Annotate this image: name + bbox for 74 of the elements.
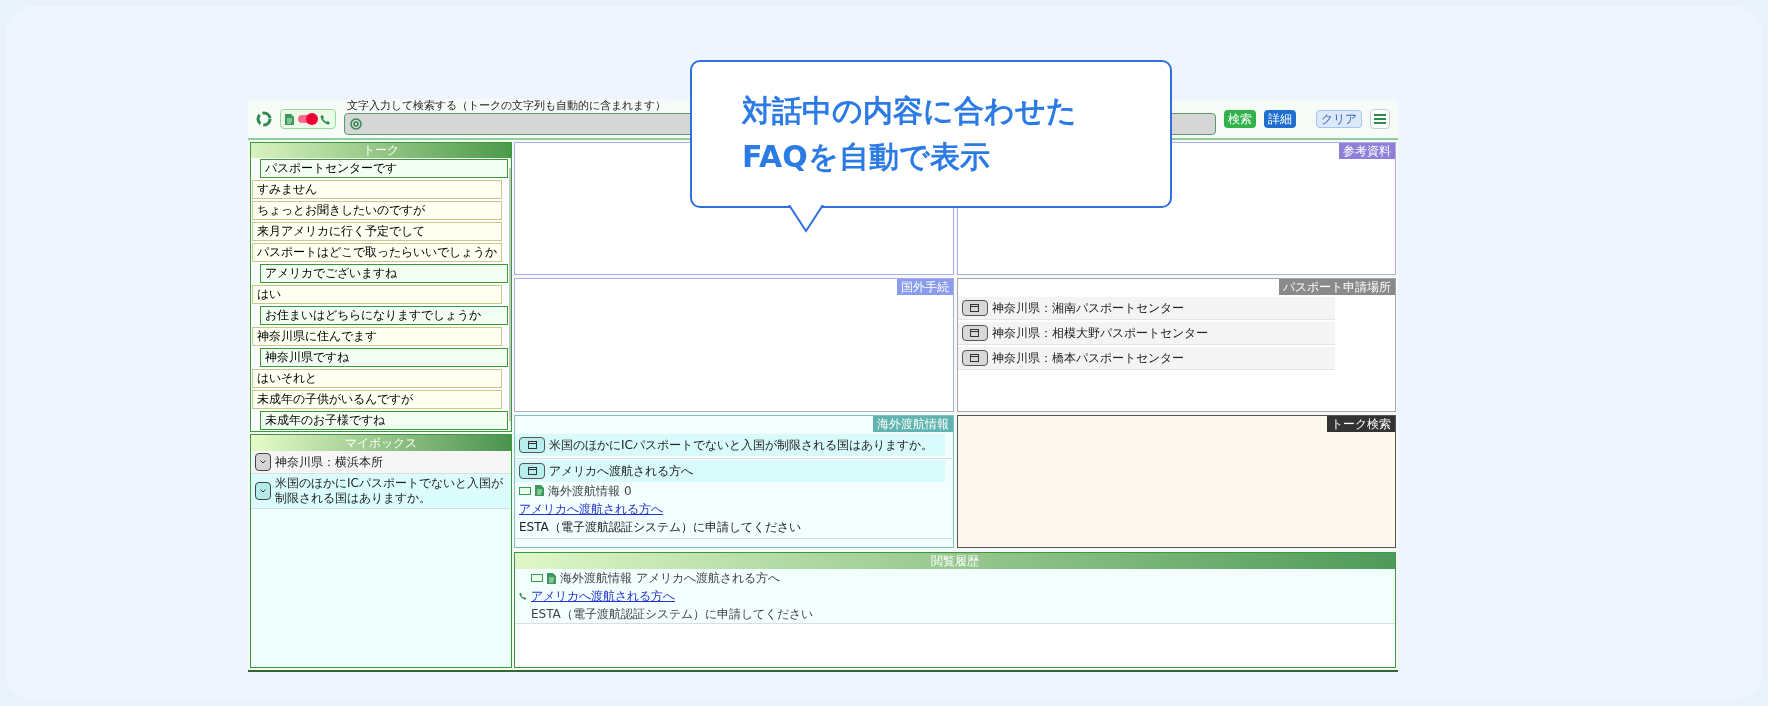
customer-message[interactable]: パスポートはどこで取ったらいいでしょうか — [252, 243, 502, 262]
expand-button[interactable] — [255, 453, 271, 471]
view-count: 0 — [624, 482, 632, 500]
place-row[interactable]: 神奈川県：湘南パスポートセンター — [957, 297, 1335, 321]
faq-row[interactable]: アメリカへ渡航される方へ — [515, 459, 945, 482]
faq-category: 海外渡航情報 — [548, 482, 620, 500]
phone-icon — [320, 113, 331, 125]
history-answer: ESTA（電子渡航認証システム）に申請してください — [531, 606, 813, 623]
open-button[interactable] — [961, 300, 988, 317]
panel-title: パスポート申請場所 — [1279, 279, 1395, 296]
faq-link[interactable]: アメリカへ渡航される方へ — [519, 499, 663, 518]
customer-message[interactable]: ちょっとお聞きしたいのですが — [252, 201, 502, 220]
history-entry[interactable]: 海外渡航情報 アメリカへ渡航される方へ アメリカへ渡航される方へ ESTA（電子渡航認証システム）に申請してください — [515, 569, 1395, 624]
history-title: 閲覧履歴 — [515, 553, 1395, 569]
document-icon — [547, 572, 556, 584]
history-subject: アメリカへ渡航される方へ — [636, 570, 780, 587]
document-icon — [535, 485, 544, 497]
open-button[interactable] — [961, 350, 988, 367]
customer-message[interactable]: すみません — [252, 180, 502, 199]
open-button[interactable] — [519, 462, 545, 479]
history-link[interactable]: アメリカへ渡航される方へ — [531, 587, 675, 605]
chevron-down-icon — [260, 460, 266, 464]
expand-button[interactable] — [255, 482, 271, 500]
operator-message[interactable]: アメリカでございますね — [260, 264, 508, 283]
scrollbar[interactable] — [509, 158, 511, 431]
open-button[interactable] — [519, 436, 545, 453]
place-row[interactable]: 神奈川県：橋本パスポートセンター — [957, 347, 1335, 371]
customer-message[interactable]: はい — [252, 285, 502, 304]
history-category: 海外渡航情報 — [560, 570, 632, 587]
search-legend: 文字入力して検索する（トークの文字列も自動的に含まれます） — [345, 99, 668, 113]
tag-icon — [531, 574, 543, 582]
panel-title: トーク検索 — [1327, 415, 1395, 432]
open-button[interactable] — [961, 325, 988, 342]
mybox-item[interactable]: 神奈川県：横浜本所 — [251, 451, 511, 474]
place-row[interactable]: 神奈川県：相模大野パスポートセンター — [957, 322, 1335, 346]
place-name: 神奈川県：相模大野パスポートセンター — [991, 325, 1208, 343]
panel-title: 参考資料 — [1339, 143, 1395, 159]
faq-answer: ESTA（電子渡航認証システム）に申請してください — [519, 518, 802, 536]
tag-icon — [519, 486, 531, 495]
operator-message[interactable]: パスポートセンターです — [260, 159, 508, 178]
customer-message[interactable]: 来月アメリカに行く予定でして — [252, 222, 502, 241]
faq-question: アメリカへ渡航される方へ — [549, 462, 693, 480]
faq-row[interactable]: 米国のほかにICパスポートでないと入国が制限される国はありますか。 — [515, 433, 945, 456]
clear-button[interactable]: クリア — [1316, 110, 1362, 128]
talk-title: トーク — [251, 143, 511, 158]
customer-message[interactable]: 神奈川県に住んでます — [252, 327, 502, 346]
window-icon — [970, 354, 979, 363]
callout-text: FAQを自動で表示 — [742, 138, 991, 176]
menu-button[interactable] — [1370, 109, 1390, 129]
place-name: 神奈川県：湘南パスポートセンター — [991, 300, 1184, 318]
place-name: 神奈川県：橋本パスポートセンター — [991, 350, 1184, 368]
customer-message[interactable]: 未成年の子供がいるんですが — [252, 390, 502, 409]
search-icon — [349, 117, 363, 131]
chevron-down-icon — [260, 489, 266, 493]
mode-switch[interactable] — [298, 115, 316, 123]
mybox-text: 神奈川県：横浜本所 — [275, 454, 383, 470]
customer-message[interactable]: はいそれと — [252, 369, 502, 388]
operator-message[interactable]: 神奈川県ですね — [260, 348, 508, 367]
detail-button[interactable]: 詳細 — [1264, 110, 1296, 128]
mybox-item[interactable]: 米国のほかにICパスポートでないと入国が制限される国はありますか。 — [251, 474, 511, 509]
window-icon — [970, 329, 979, 338]
mybox-title: マイボックス — [251, 435, 511, 451]
document-icon — [285, 113, 294, 125]
window-icon — [527, 466, 537, 475]
mybox-text: 米国のほかにICパスポートでないと入国が制限される国はありますか。 — [275, 476, 504, 506]
panel-title: 国外手続 — [896, 279, 953, 296]
operator-message[interactable]: 未成年のお子様ですね — [260, 411, 508, 430]
logo-icon — [256, 111, 272, 127]
phone-icon — [519, 592, 527, 600]
window-icon — [527, 440, 537, 449]
window-icon — [970, 304, 979, 313]
faq-question: 米国のほかにICパスポートでないと入国が制限される国はありますか。 — [549, 436, 933, 454]
operator-message[interactable]: お住まいはどちらになりますでしょうか — [260, 306, 508, 325]
panel-title: 海外渡航情報 — [872, 415, 953, 432]
